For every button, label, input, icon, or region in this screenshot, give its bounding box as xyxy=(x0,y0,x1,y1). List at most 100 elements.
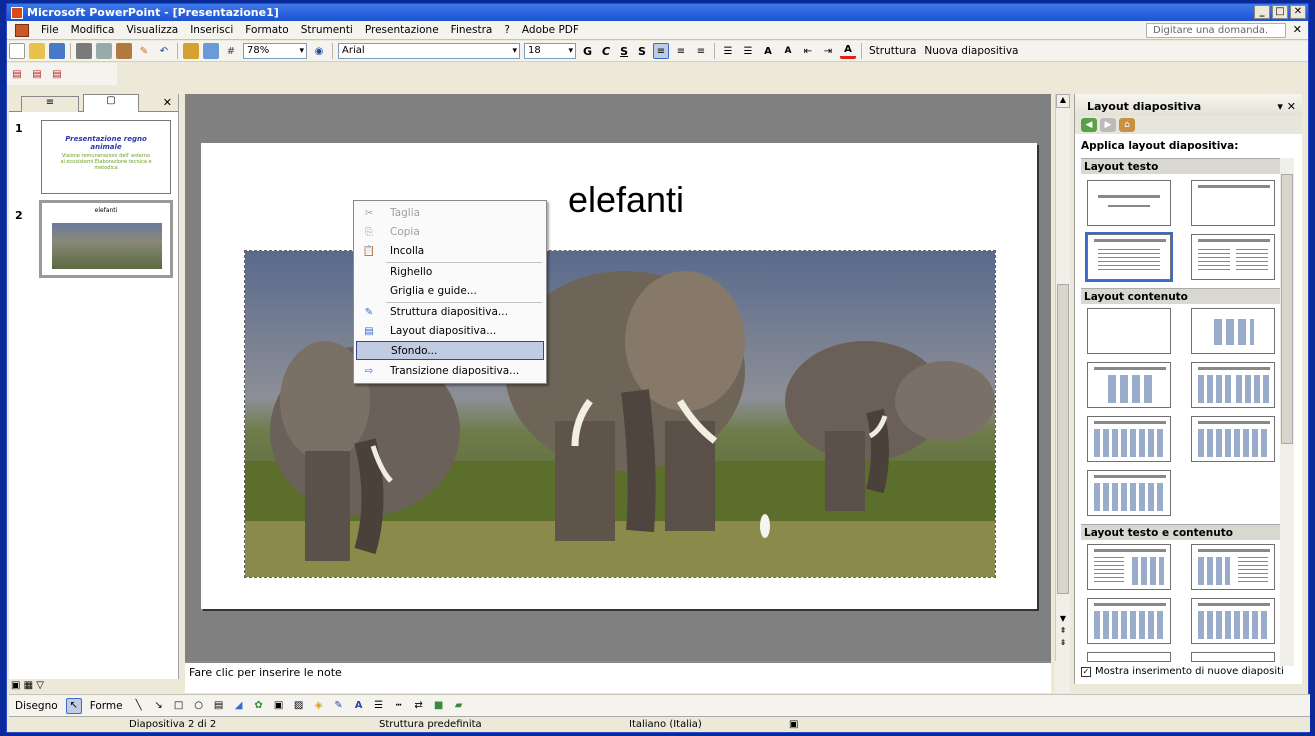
menu-item-struttura[interactable]: ✎ Struttura diapositiva... xyxy=(356,303,544,322)
underline-button[interactable]: S xyxy=(615,45,633,58)
slide-vertical-scrollbar[interactable]: ▲ ▼ ⇞ ⇟ xyxy=(1055,94,1070,661)
slide-thumbnail-1[interactable]: Presentazione regno animale Visione remu… xyxy=(41,120,171,194)
save-icon[interactable] xyxy=(49,43,65,59)
tab-outline[interactable]: ≡ xyxy=(21,96,79,112)
open-icon[interactable] xyxy=(29,43,45,59)
oval-icon[interactable]: ○ xyxy=(191,698,207,714)
new-icon[interactable] xyxy=(9,43,25,59)
menu-formato[interactable]: Formato xyxy=(239,24,294,36)
line-icon[interactable]: ╲ xyxy=(131,698,147,714)
layout-title-4-content[interactable] xyxy=(1087,470,1171,516)
increase-indent-icon[interactable]: ⇥ xyxy=(820,43,836,59)
normal-view-icon[interactable]: ▣ xyxy=(11,680,20,691)
align-center-icon[interactable]: ≡ xyxy=(673,43,689,59)
layout-partial-1[interactable] xyxy=(1087,652,1171,662)
notes-scrollbar[interactable] xyxy=(1055,661,1070,693)
menu-help[interactable]: ? xyxy=(498,24,516,36)
align-left-icon[interactable]: ≡ xyxy=(652,43,669,59)
decrease-indent-icon[interactable]: ⇤ xyxy=(800,43,816,59)
show-insert-checkbox-row[interactable]: ✓ Mostra inserimento di nuove diapositi xyxy=(1081,666,1301,682)
sorter-view-icon[interactable]: ▦ xyxy=(24,680,33,691)
layout-title-2-content-content[interactable] xyxy=(1191,416,1275,462)
menu-item-taglia[interactable]: ✂ Taglia xyxy=(356,204,544,223)
layout-title-content-2-content[interactable] xyxy=(1087,416,1171,462)
task-pane-close-icon[interactable]: ▾ ✕ xyxy=(1277,100,1296,113)
shadow-button[interactable]: S xyxy=(633,45,651,58)
shapes-menu-button[interactable]: Forme xyxy=(84,700,129,712)
slide-thumbnail-2[interactable]: elefanti xyxy=(39,200,173,278)
task-scroll-thumb[interactable] xyxy=(1281,174,1293,444)
show-insert-checkbox[interactable]: ✓ xyxy=(1081,667,1091,677)
arrow-style-icon[interactable]: ⇄ xyxy=(411,698,427,714)
print-icon[interactable] xyxy=(76,43,92,59)
menu-file[interactable]: File xyxy=(35,24,65,36)
layout-title-content[interactable] xyxy=(1087,362,1171,408)
menu-visualizza[interactable]: Visualizza xyxy=(120,24,184,36)
draw-menu-button[interactable]: Disegno xyxy=(9,700,64,712)
font-size-select[interactable]: 18 xyxy=(524,43,576,59)
layout-title-two-content[interactable] xyxy=(1191,362,1275,408)
font-color-draw-icon[interactable]: A xyxy=(351,698,367,714)
scroll-up-icon[interactable]: ▲ xyxy=(1056,94,1070,108)
notes-area[interactable]: Fare clic per inserire le note xyxy=(185,661,1051,693)
slide-title[interactable]: elefanti xyxy=(526,179,726,221)
clipart-icon[interactable]: ▣ xyxy=(271,698,287,714)
layout-title-slide[interactable] xyxy=(1087,180,1171,226)
menu-item-incolla[interactable]: 📋 Incolla xyxy=(356,242,544,261)
menu-item-sfondo[interactable]: Sfondo... xyxy=(356,341,544,360)
design-button[interactable]: Struttura xyxy=(865,45,920,57)
close-window-button[interactable]: ✕ xyxy=(1290,5,1306,19)
fill-color-icon[interactable]: ◈ xyxy=(311,698,327,714)
table-icon[interactable] xyxy=(203,43,219,59)
menu-item-layout[interactable]: ▤ Layout diapositiva... xyxy=(356,322,544,341)
cut-icon[interactable] xyxy=(96,43,112,59)
layout-two-column-text[interactable] xyxy=(1191,234,1275,280)
bold-button[interactable]: G xyxy=(578,45,597,58)
select-arrow-icon[interactable]: ↖ xyxy=(65,697,82,714)
bullets-icon[interactable]: ☰ xyxy=(740,43,756,59)
scroll-thumb[interactable] xyxy=(1057,284,1069,594)
textbox-icon[interactable]: ▤ xyxy=(211,698,227,714)
format-painter-icon[interactable]: ✎ xyxy=(136,43,152,59)
layout-text-two-content[interactable] xyxy=(1087,598,1171,644)
font-select[interactable]: Arial xyxy=(338,43,520,59)
font-color-icon[interactable]: A xyxy=(839,43,856,59)
arrow-icon[interactable]: ↘ xyxy=(151,698,167,714)
menu-strumenti[interactable]: Strumenti xyxy=(295,24,359,36)
menu-item-copia[interactable]: ⎘ Copia xyxy=(356,223,544,242)
menu-item-righello[interactable]: Righello xyxy=(356,263,544,282)
shadow-style-icon[interactable]: ■ xyxy=(431,698,447,714)
back-icon[interactable]: ◀ xyxy=(1081,118,1097,132)
home-icon[interactable]: ⌂ xyxy=(1119,118,1135,132)
menu-adobe-pdf[interactable]: Adobe PDF xyxy=(516,24,585,36)
layout-text-content[interactable] xyxy=(1087,544,1171,590)
ask-question-input[interactable]: Digitare una domanda. xyxy=(1146,23,1286,38)
increase-font-icon[interactable]: A xyxy=(760,43,776,59)
wordart-icon[interactable]: ◢ xyxy=(231,698,247,714)
line-style-icon[interactable]: ☰ xyxy=(371,698,387,714)
menu-presentazione[interactable]: Presentazione xyxy=(359,24,445,36)
3d-style-icon[interactable]: ▰ xyxy=(451,698,467,714)
layout-title-text[interactable] xyxy=(1085,232,1173,282)
menu-finestra[interactable]: Finestra xyxy=(445,24,499,36)
chart-icon[interactable] xyxy=(183,43,199,59)
layout-partial-2[interactable] xyxy=(1191,652,1275,662)
line-color-icon[interactable]: ✎ xyxy=(331,698,347,714)
document-icon[interactable] xyxy=(15,23,29,37)
menu-inserisci[interactable]: Inserisci xyxy=(184,24,239,36)
new-slide-button[interactable]: Nuova diapositiva xyxy=(920,45,1022,57)
current-slide[interactable]: elefanti xyxy=(201,143,1037,609)
grid-icon[interactable]: # xyxy=(223,43,239,59)
minimize-button[interactable]: _ xyxy=(1254,5,1270,19)
pdf-review-icon[interactable]: ▤ xyxy=(49,66,65,82)
dash-style-icon[interactable]: ┅ xyxy=(391,698,407,714)
decrease-font-icon[interactable]: A xyxy=(780,43,796,59)
diagram-icon[interactable]: ✿ xyxy=(251,698,267,714)
layout-content-text[interactable] xyxy=(1191,544,1275,590)
close-pane-icon[interactable]: ✕ xyxy=(163,96,172,109)
align-right-icon[interactable]: ≡ xyxy=(693,43,709,59)
task-pane-scrollbar[interactable] xyxy=(1280,158,1294,680)
layout-content[interactable] xyxy=(1191,308,1275,354)
pdf-convert-icon[interactable]: ▤ xyxy=(9,66,25,82)
forward-icon[interactable]: ▶ xyxy=(1100,118,1116,132)
